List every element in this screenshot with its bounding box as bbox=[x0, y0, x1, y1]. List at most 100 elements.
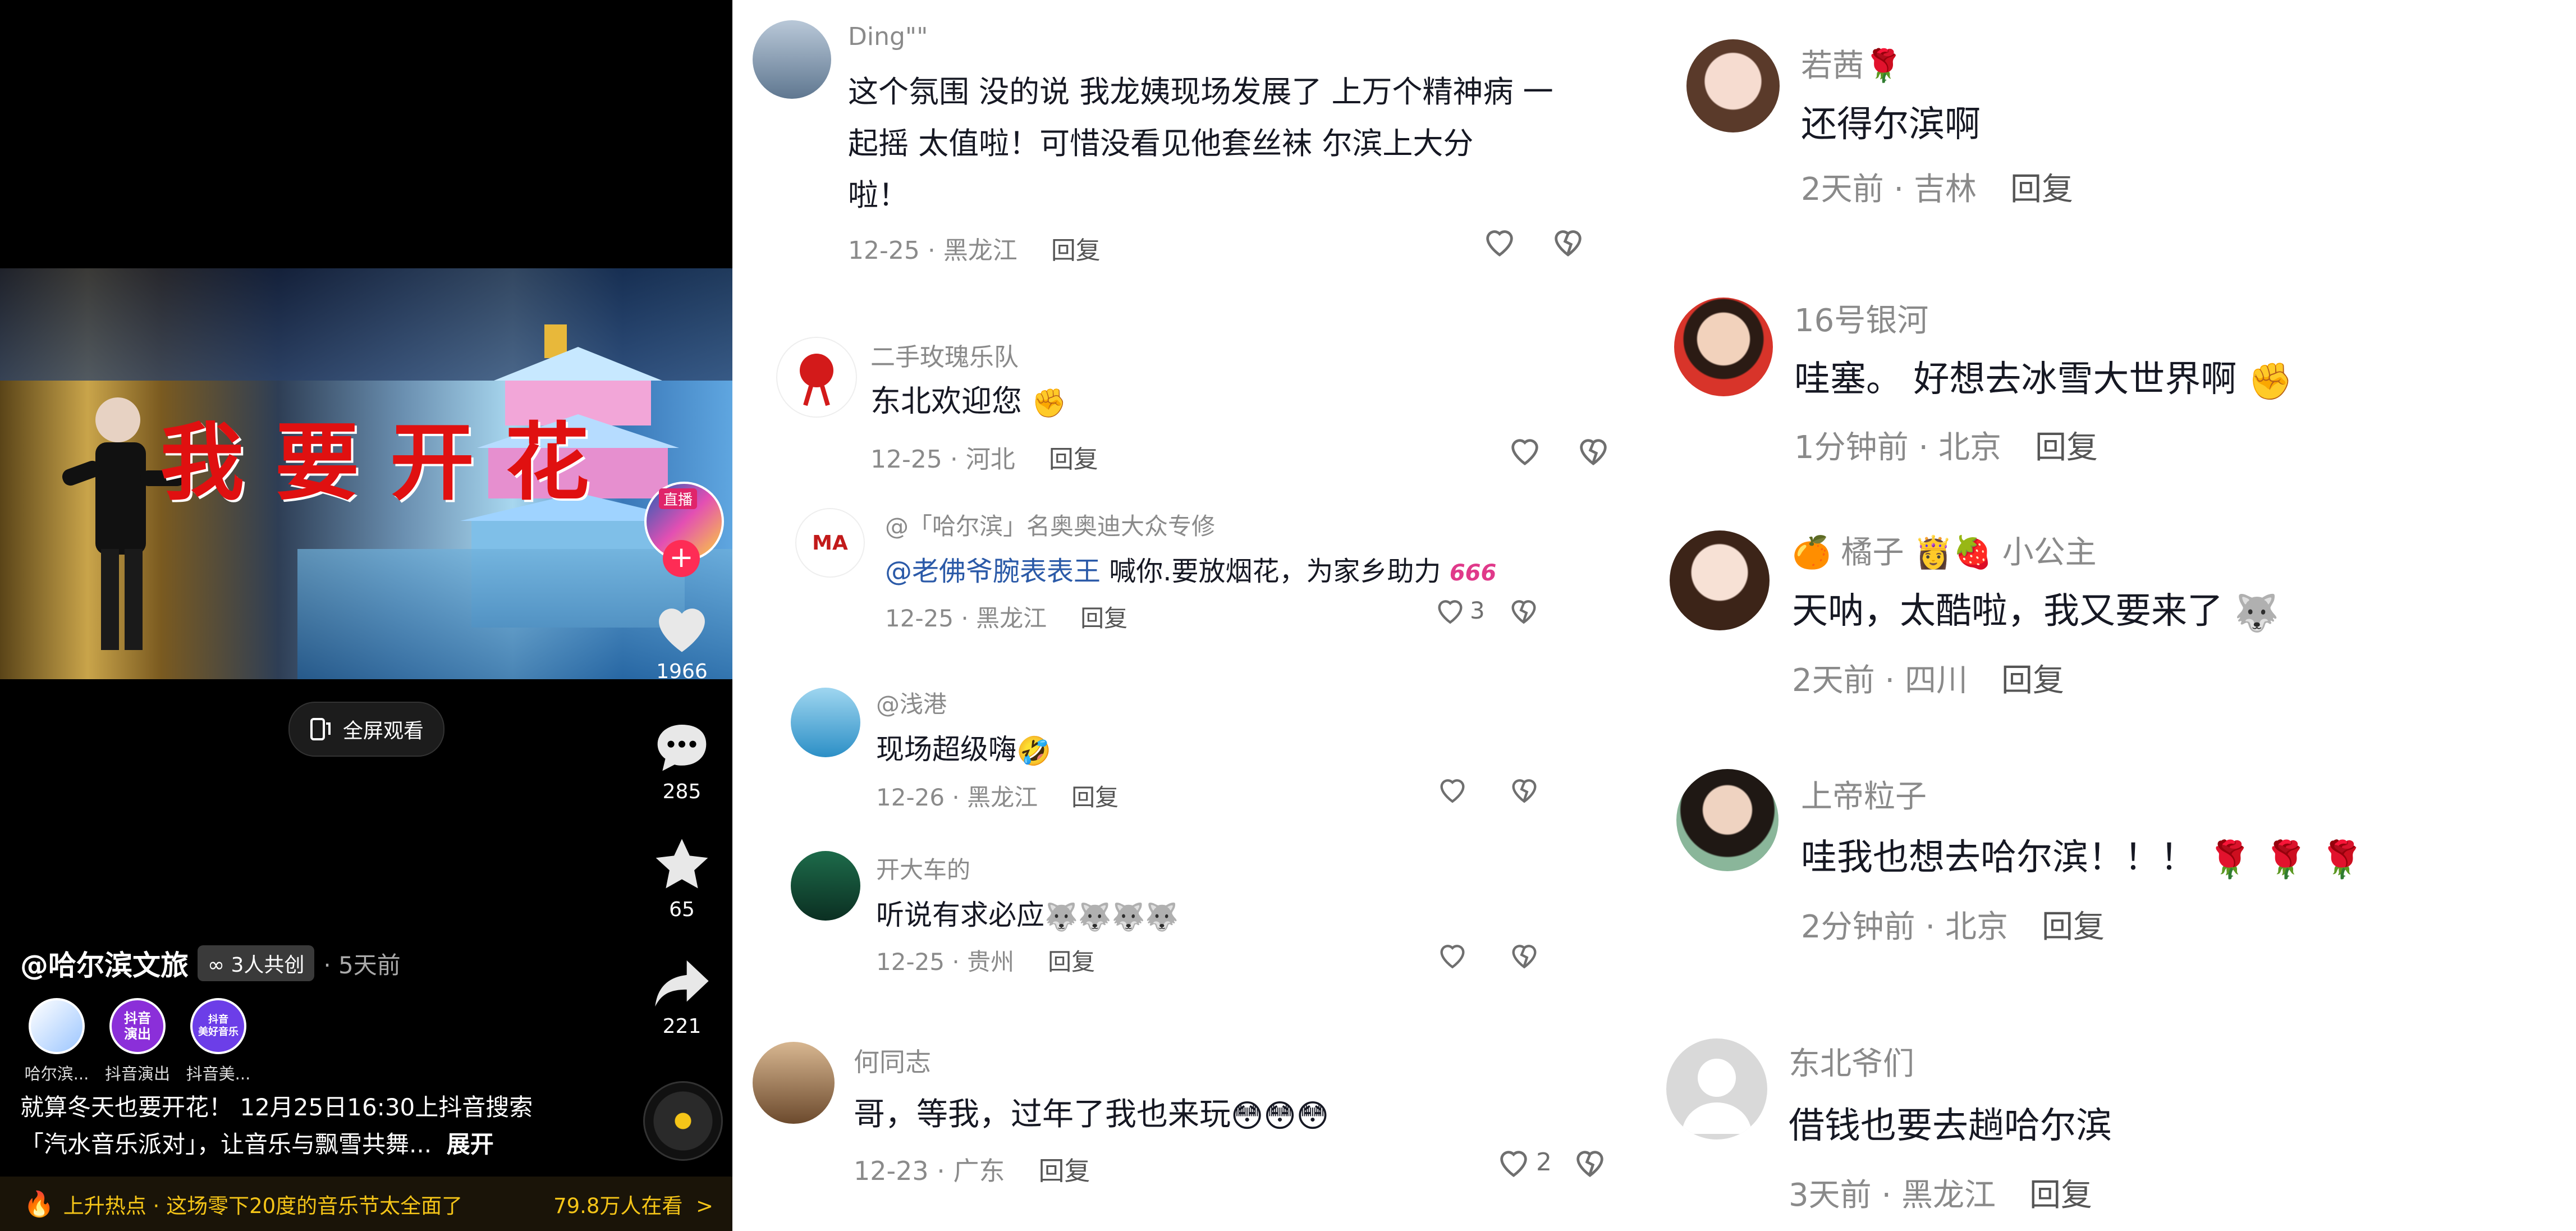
fullscreen-label: 全屏观看 bbox=[342, 720, 424, 743]
avatar[interactable]: MA bbox=[795, 508, 865, 578]
comment-count: 285 bbox=[662, 780, 702, 803]
comment-meta: 12-23 · 广东 回复 bbox=[854, 1156, 1090, 1186]
collaborator-avatar: 抖音 美好音乐 bbox=[190, 998, 246, 1054]
comment-username[interactable]: 何同志 bbox=[854, 1042, 931, 1079]
avatar[interactable] bbox=[791, 688, 860, 757]
dislike-heart-icon[interactable] bbox=[1508, 774, 1541, 804]
comment-meta: 2天前 · 四川 回复 bbox=[1792, 662, 2065, 699]
comment-actions: 2 bbox=[1496, 1145, 1608, 1179]
reply-button[interactable]: 回复 bbox=[1048, 948, 1095, 976]
comment-text: 天呐，太酷啦，我又要来了 🐺 bbox=[1792, 591, 2280, 634]
comment-username[interactable]: 开大车的 bbox=[876, 851, 970, 885]
collaborator-avatar bbox=[29, 998, 85, 1054]
heart-outline-icon[interactable] bbox=[1482, 225, 1518, 258]
comment-meta: 12-25 · 黑龙江 回复 bbox=[848, 236, 1101, 265]
video-frame[interactable]: 我要开花 bbox=[0, 268, 732, 679]
comment-actions bbox=[1436, 940, 1541, 970]
collaborator-3[interactable]: 抖音 美好音乐 抖音美... bbox=[176, 998, 260, 1084]
trending-bar[interactable]: 🔥 上升热点 · 这场零下20度的音乐节太全面了 79.8万人在看 > bbox=[0, 1177, 732, 1231]
collaborator-2[interactable]: 抖音 演出 抖音演出 bbox=[95, 998, 180, 1084]
collaborator-name: 抖音演出 bbox=[104, 1064, 170, 1083]
reply-button[interactable]: 回复 bbox=[2029, 1177, 2092, 1214]
avatar[interactable] bbox=[1674, 298, 1773, 396]
avatar[interactable] bbox=[776, 337, 857, 418]
666-emoji-icon: 666 bbox=[1449, 560, 1497, 586]
video-player-panel: 我要开花 直播 + 全屏观看 1966 285 65 221 @哈尔滨文旅 ∞ … bbox=[0, 0, 732, 1231]
comment-actions bbox=[1436, 774, 1541, 804]
star-icon bbox=[656, 839, 708, 889]
author-handle[interactable]: @哈尔滨文旅 bbox=[20, 943, 189, 983]
comment-username[interactable]: @「哈尔滨」名奥奥迪大众专修 bbox=[885, 507, 1215, 542]
reply-button[interactable]: 回复 bbox=[1071, 784, 1119, 811]
share-arrow-icon bbox=[655, 960, 709, 1007]
comment-text: 现场超级嗨🤣 bbox=[876, 733, 1052, 767]
music-disc-icon[interactable] bbox=[643, 1081, 723, 1161]
comment-meta: 12-25 · 黑龙江 回复 bbox=[885, 605, 1128, 632]
comment-username[interactable]: Ding"" bbox=[848, 22, 928, 51]
comment-username[interactable]: @浅港 bbox=[876, 685, 947, 720]
like-count: 1966 bbox=[656, 660, 708, 683]
like-action[interactable]: 1966 bbox=[634, 598, 730, 683]
post-time: · 5天前 bbox=[323, 951, 401, 979]
heart-outline-icon[interactable] bbox=[1496, 1145, 1532, 1179]
comment-username[interactable]: 16号银河 bbox=[1794, 295, 1928, 341]
dislike-heart-icon[interactable] bbox=[1575, 433, 1611, 467]
comment-item: @浅港 现场超级嗨🤣 12-26 · 黑龙江 回复 bbox=[732, 682, 1658, 822]
dislike-heart-icon[interactable] bbox=[1550, 225, 1586, 258]
co-create-badge[interactable]: ∞ 3人共创 bbox=[198, 945, 315, 981]
share-action[interactable]: 221 bbox=[634, 958, 730, 1038]
comment-username[interactable]: 🍊 橘子 👸🍓 小公主 bbox=[1792, 527, 2097, 573]
expand-link[interactable]: 展开 bbox=[447, 1131, 494, 1158]
comment-item: 开大车的 听说有求必应🐺🐺🐺🐺 12-25 · 贵州 回复 bbox=[732, 848, 1658, 988]
collaborator-1[interactable]: 哈尔滨... bbox=[15, 998, 99, 1084]
heart-outline-icon[interactable] bbox=[1436, 774, 1469, 804]
comment-meta: 2分钟前 · 北京 回复 bbox=[1801, 909, 2105, 945]
heart-outline-icon[interactable] bbox=[1507, 433, 1543, 467]
comment-username[interactable]: 若茜🌹 bbox=[1801, 40, 1903, 86]
comment-text: 哇我也想去哈尔滨！！！ 🌹 🌹 🌹 bbox=[1801, 837, 2365, 881]
comment-item: MA @「哈尔滨」名奥奥迪大众专修 @老佛爷腕表表王 喊你.要放烟花，为家乡助力… bbox=[732, 505, 1658, 640]
heart-outline-icon[interactable] bbox=[1434, 595, 1466, 625]
reply-button[interactable]: 回复 bbox=[2035, 429, 2098, 466]
heart-outline-icon[interactable] bbox=[1436, 940, 1469, 970]
collaborator-name: 哈尔滨... bbox=[24, 1064, 89, 1083]
comment-item: Ding"" 这个氛围 没的说 我龙姨现场发展了 上万个精神病 一 起摇 太值啦… bbox=[732, 0, 1658, 281]
avatar[interactable] bbox=[1676, 769, 1779, 871]
reply-button[interactable]: 回复 bbox=[1080, 605, 1127, 632]
comment-username[interactable]: 二手玫瑰乐队 bbox=[870, 337, 1019, 373]
dislike-heart-icon[interactable] bbox=[1572, 1145, 1608, 1179]
comment-meta: 2天前 · 吉林 回复 bbox=[1801, 171, 2074, 208]
reply-button[interactable]: 回复 bbox=[2042, 909, 2105, 945]
avatar[interactable] bbox=[791, 851, 860, 921]
comment-action[interactable]: 285 bbox=[634, 719, 730, 803]
reply-button[interactable]: 回复 bbox=[1039, 1156, 1090, 1186]
avatar[interactable] bbox=[1686, 39, 1780, 132]
mention-link[interactable]: @老佛爷腕表表王 bbox=[885, 556, 1101, 587]
fullscreen-rotate-icon bbox=[310, 718, 331, 740]
red-rose-logo-icon bbox=[800, 354, 833, 406]
avatar[interactable] bbox=[753, 20, 831, 99]
comment-text: 哥，等我，过年了我也来玩😳😳😳 bbox=[854, 1096, 1330, 1135]
avatar[interactable] bbox=[753, 1042, 835, 1124]
dislike-heart-icon[interactable] bbox=[1508, 940, 1541, 970]
avatar[interactable] bbox=[1666, 1038, 1767, 1140]
video-description: 就算冬天也要开花！ 12月25日16:30上抖音搜索 「汽水音乐派对」，让音乐与… bbox=[20, 1093, 533, 1158]
comment-text: 这个氛围 没的说 我龙姨现场发展了 上万个精神病 一 起摇 太值啦！可惜没看见他… bbox=[848, 74, 1553, 213]
comment-username[interactable]: 东北爷们 bbox=[1789, 1038, 1914, 1084]
fullscreen-button[interactable]: 全屏观看 bbox=[288, 702, 444, 757]
reply-button[interactable]: 回复 bbox=[2010, 171, 2073, 208]
flushed-emoji-icon: 😳😳😳 bbox=[1231, 1098, 1330, 1135]
comment-item: 东北爷们 借钱也要去趟哈尔滨 3天前 · 黑龙江 回复 bbox=[1658, 1027, 2576, 1231]
chevron-right-icon: > bbox=[695, 1193, 713, 1218]
reply-button[interactable]: 回复 bbox=[1049, 445, 1098, 474]
favorite-action[interactable]: 65 bbox=[634, 836, 730, 921]
follow-plus-button[interactable]: + bbox=[663, 540, 700, 577]
fist-emoji-icon: ✊ bbox=[1032, 386, 1067, 419]
reply-button[interactable]: 回复 bbox=[2001, 662, 2064, 699]
avatar[interactable] bbox=[1670, 530, 1770, 630]
dislike-heart-icon[interactable] bbox=[1507, 595, 1540, 625]
reply-button[interactable]: 回复 bbox=[1051, 236, 1101, 265]
comment-like-count: 3 bbox=[1470, 596, 1485, 624]
comment-text: @老佛爷腕表表王 喊你.要放烟花，为家乡助力 666 bbox=[885, 556, 1497, 587]
comment-username[interactable]: 上帝粒子 bbox=[1801, 771, 1927, 817]
